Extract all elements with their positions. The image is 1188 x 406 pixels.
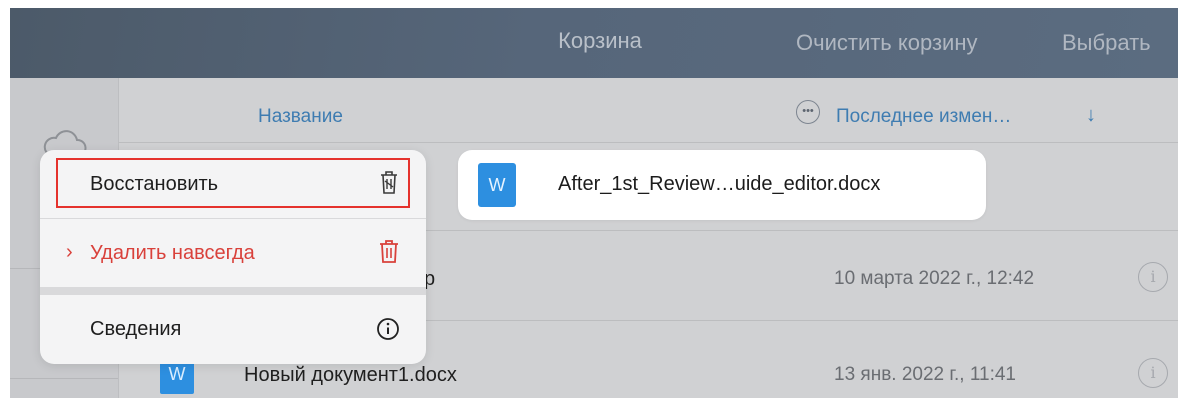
menu-group-divider bbox=[40, 287, 426, 295]
app-window: Корзина Очистить корзину Выбрать Названи… bbox=[10, 8, 1178, 398]
trash-icon bbox=[380, 240, 398, 263]
context-menu: Восстановить › Удалить навсегда Сведения bbox=[40, 150, 426, 364]
preview-file-name: After_1st_Review…uide_editor.docx bbox=[558, 173, 881, 195]
chevron-right-icon: › bbox=[66, 241, 73, 263]
sort-descending-icon[interactable]: ↓ bbox=[1086, 104, 1096, 127]
ellipsis-icon[interactable]: ••• bbox=[796, 100, 820, 124]
restore-label: Восстановить bbox=[90, 173, 219, 195]
delete-forever-menu-item[interactable]: › Удалить навсегда bbox=[40, 219, 426, 287]
file-preview: W After_1st_Review…uide_editor.docx bbox=[458, 150, 986, 220]
restore-menu-item[interactable]: Восстановить bbox=[40, 150, 426, 218]
restore-trash-icon bbox=[381, 171, 397, 194]
sidebar-divider bbox=[10, 378, 118, 379]
info-circle-icon bbox=[377, 318, 399, 340]
sort-by-modified[interactable]: Последнее измен… bbox=[836, 106, 1011, 128]
page-title: Корзина bbox=[558, 28, 642, 53]
word-doc-icon: W bbox=[478, 163, 516, 207]
sort-by-name[interactable]: Название bbox=[258, 106, 343, 128]
info-icon[interactable]: i bbox=[1138, 262, 1168, 292]
select-button[interactable]: Выбрать bbox=[1062, 30, 1151, 56]
delete-forever-label: Удалить навсегда bbox=[90, 242, 255, 264]
clear-trash-button[interactable]: Очистить корзину bbox=[796, 30, 978, 56]
column-header: Название ••• Последнее измен… ↓ bbox=[118, 78, 1178, 143]
details-label: Сведения bbox=[90, 318, 182, 340]
file-date: 10 марта 2022 г., 12:42 bbox=[834, 268, 1035, 289]
file-date: 13 янв. 2022 г., 11:41 bbox=[834, 364, 1016, 385]
details-menu-item[interactable]: Сведения bbox=[40, 295, 426, 363]
navigation-bar: Корзина Очистить корзину Выбрать bbox=[10, 8, 1178, 78]
info-icon[interactable]: i bbox=[1138, 358, 1168, 388]
file-name: Новый документ1.docx bbox=[244, 364, 457, 386]
